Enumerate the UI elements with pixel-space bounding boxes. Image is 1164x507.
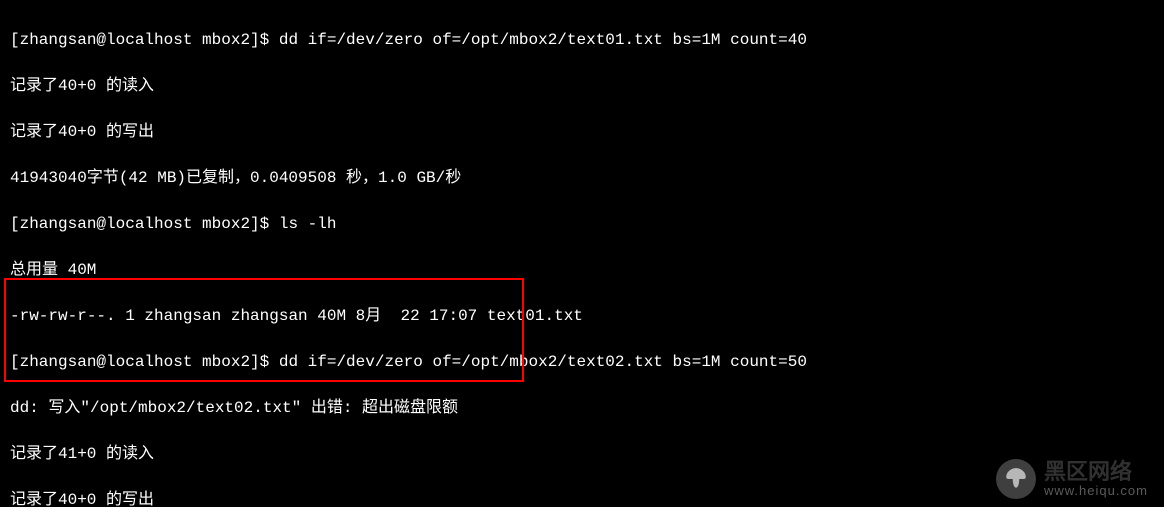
terminal-line: 41943040字节(42 MB)已复制，0.0409508 秒，1.0 GB/… <box>10 167 1154 190</box>
watermark-title: 黑区网络 <box>1044 460 1148 484</box>
command-text: dd if=/dev/zero of=/opt/mbox2/text01.txt… <box>279 31 807 49</box>
terminal-line: 记录了40+0 的写出 <box>10 121 1154 144</box>
shell-prompt: [zhangsan@localhost mbox2]$ <box>10 31 279 49</box>
watermark-url: www.heiqu.com <box>1044 484 1148 498</box>
terminal-line: 记录了40+0 的读入 <box>10 75 1154 98</box>
terminal-line: 记录了40+0 的写出 <box>10 489 1154 507</box>
watermark: 黑区网络 www.heiqu.com <box>996 459 1148 499</box>
terminal-line: [zhangsan@localhost mbox2]$ dd if=/dev/z… <box>10 351 1154 374</box>
terminal-line: [zhangsan@localhost mbox2]$ dd if=/dev/z… <box>10 29 1154 52</box>
shell-prompt: [zhangsan@localhost mbox2]$ <box>10 215 279 233</box>
terminal-line: 记录了41+0 的读入 <box>10 443 1154 466</box>
terminal-line: -rw-rw-r--. 1 zhangsan zhangsan 40M 8月 2… <box>10 305 1154 328</box>
shell-prompt: [zhangsan@localhost mbox2]$ <box>10 353 279 371</box>
terminal-line: [zhangsan@localhost mbox2]$ ls -lh <box>10 213 1154 236</box>
terminal-output[interactable]: [zhangsan@localhost mbox2]$ dd if=/dev/z… <box>0 0 1164 507</box>
terminal-line: 总用量 40M <box>10 259 1154 282</box>
command-text: dd if=/dev/zero of=/opt/mbox2/text02.txt… <box>279 353 807 371</box>
command-text: ls -lh <box>279 215 337 233</box>
terminal-line: dd: 写入"/opt/mbox2/text02.txt" 出错: 超出磁盘限额 <box>10 397 1154 420</box>
mushroom-icon <box>996 459 1036 499</box>
